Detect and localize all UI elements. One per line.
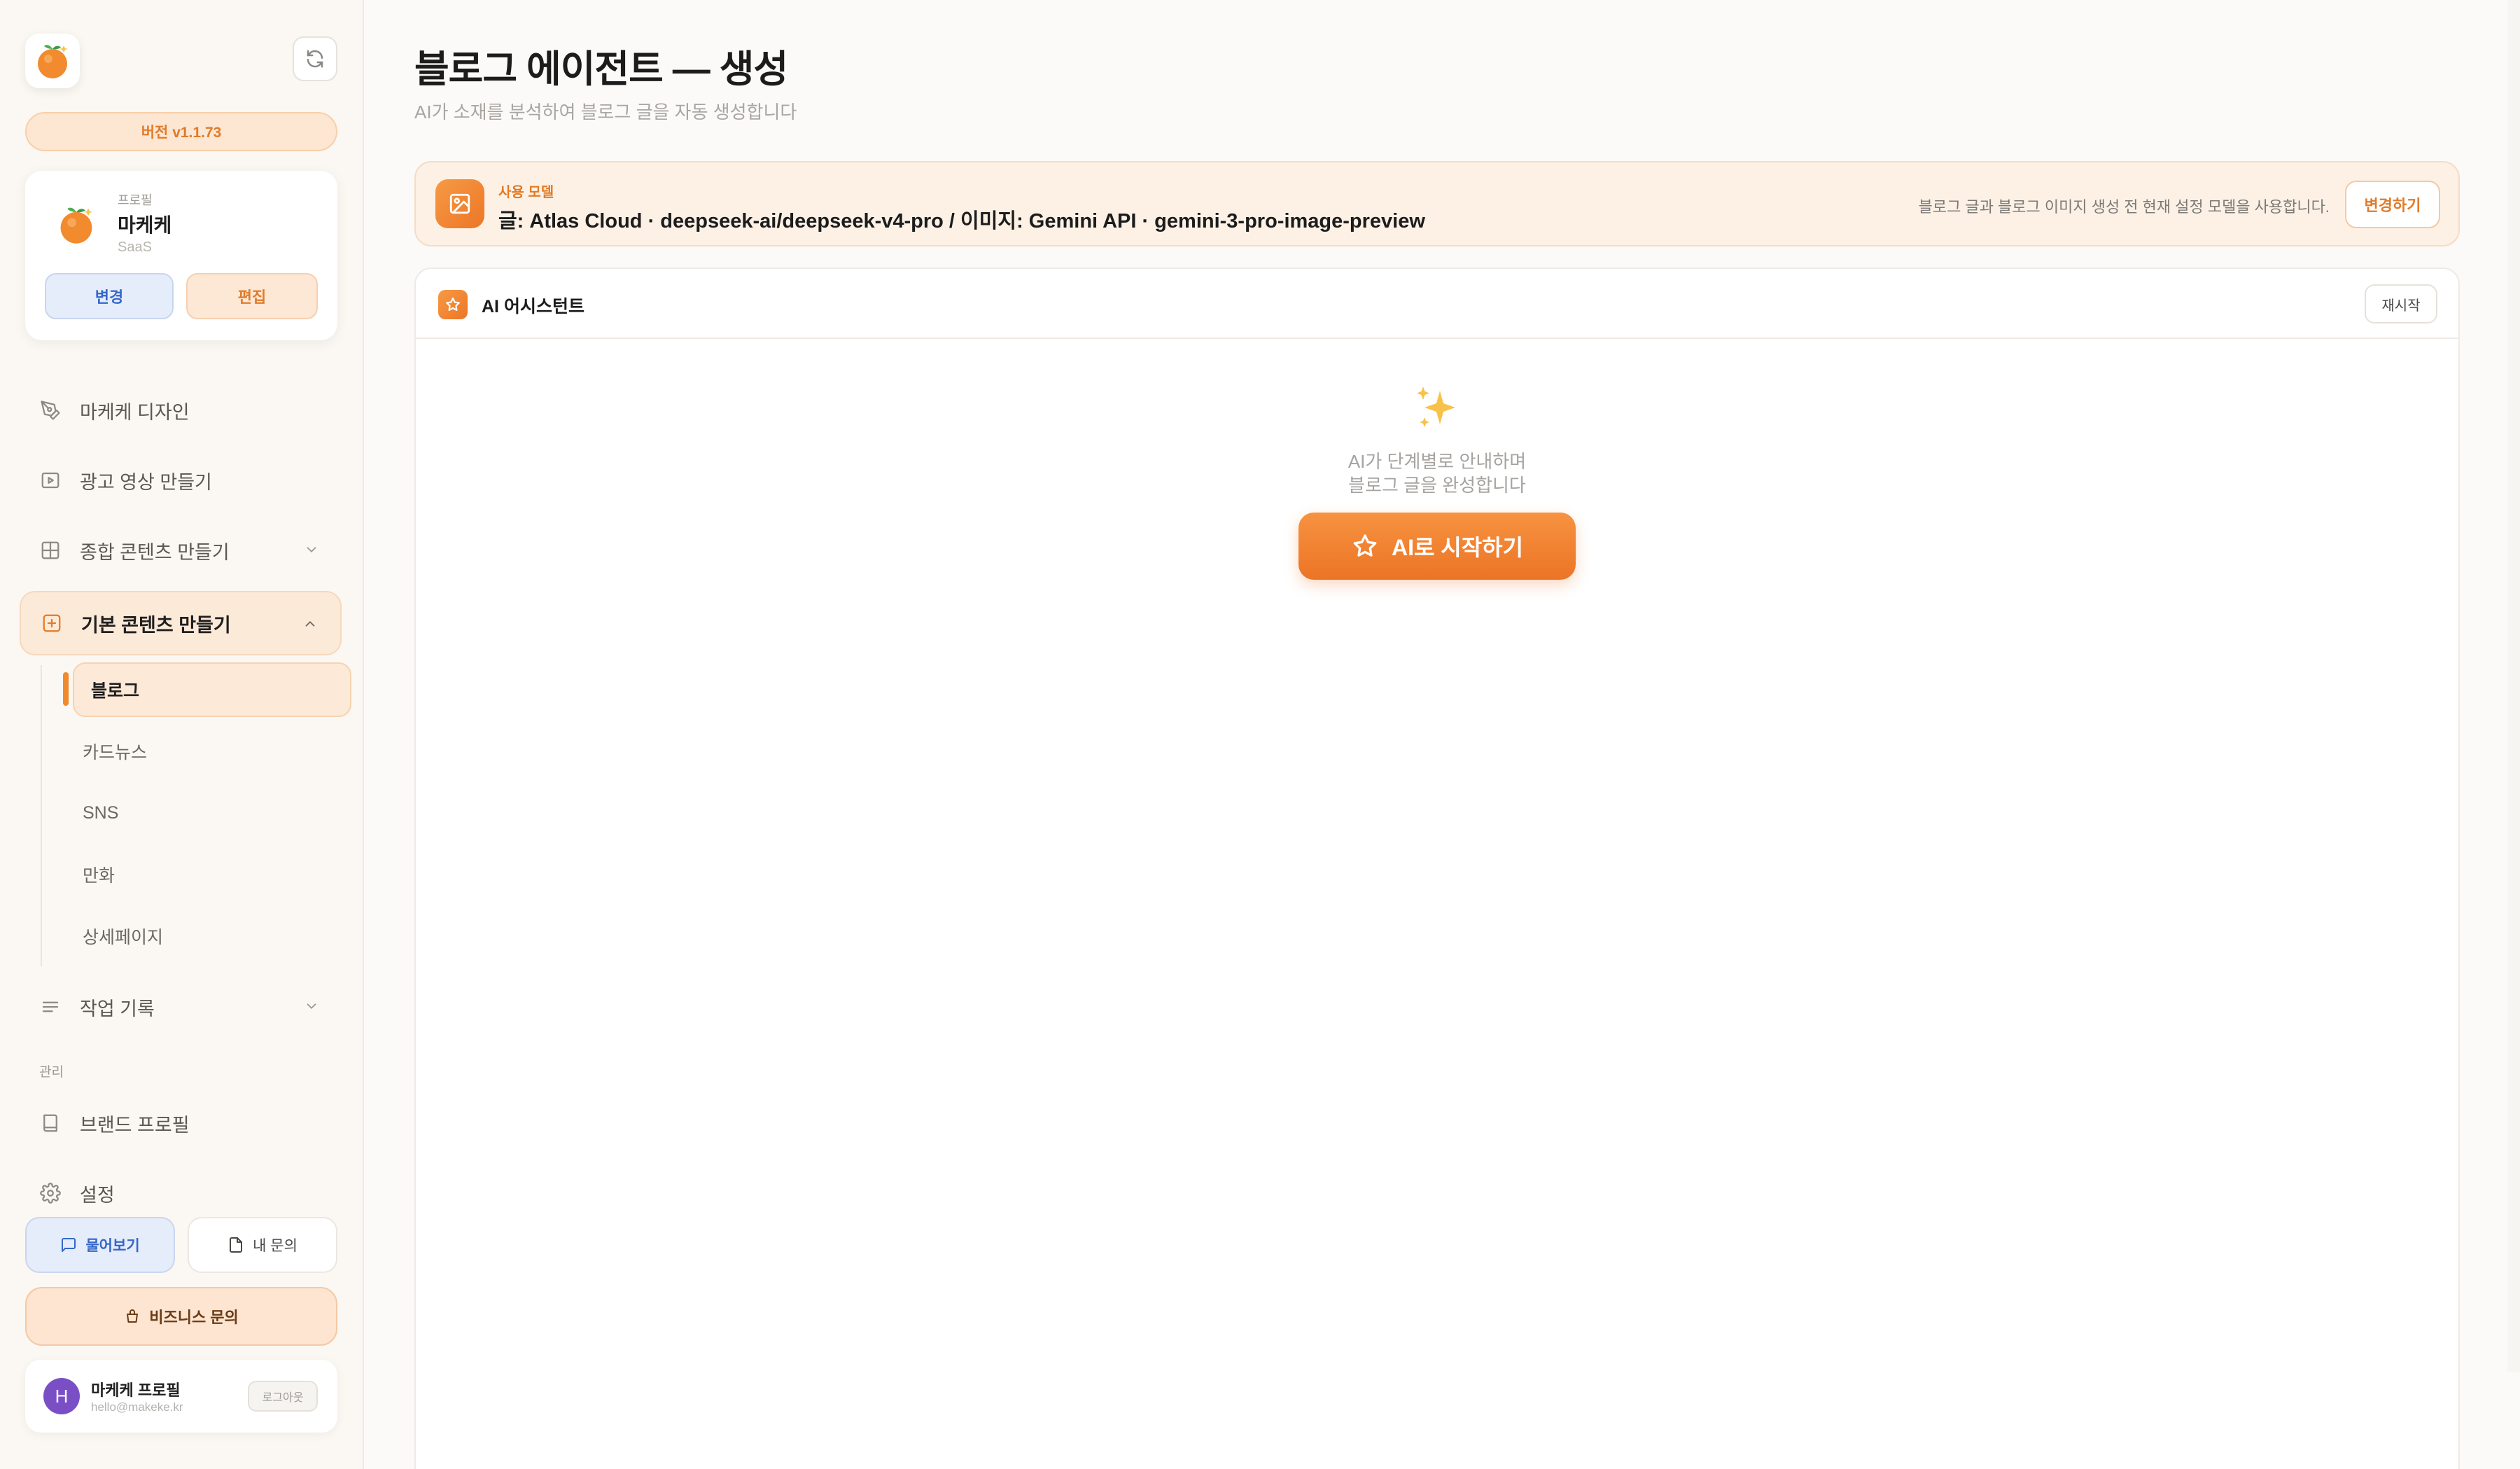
list-icon: [38, 994, 63, 1019]
restart-button[interactable]: 재시작: [2365, 284, 2437, 323]
section-caption-admin: 관리: [39, 1065, 64, 1080]
user-name: 마케케 프로필: [91, 1381, 181, 1399]
empty-state-line-2: 블로그 글을 완성합니다: [1348, 475, 1526, 496]
chevron-down-icon: [307, 547, 316, 553]
profile-name: 마케케: [118, 214, 172, 236]
ask-button-label: 물어보기: [85, 1238, 140, 1254]
sub-item-comic[interactable]: 만화: [64, 847, 343, 902]
nav-label: 마케케 디자인: [80, 401, 190, 423]
grid-icon: [38, 538, 63, 563]
change-profile-button[interactable]: 변경: [45, 273, 174, 319]
tangerine-logo-icon: [38, 45, 68, 78]
chat-icon: [62, 1238, 76, 1252]
nav-label: 광고 영상 만들기: [80, 471, 212, 493]
nav-label: 종합 콘텐츠 만들기: [80, 541, 230, 563]
assistant-panel: AI 어시스턴트 재시작 AI가 단계별로 안내하며 블로그 글을 완성합니다 …: [414, 267, 2460, 1469]
star-icon: [438, 290, 468, 319]
empty-state: AI가 단계별로 안내하며 블로그 글을 완성합니다 AI로 시작하기: [416, 381, 2458, 580]
chevron-up-icon: [305, 620, 315, 627]
refresh-button[interactable]: [293, 36, 337, 81]
edit-profile-button[interactable]: 편집: [186, 273, 318, 319]
nav-label: 기본 콘텐츠 만들기: [81, 614, 231, 636]
sidebar: 버전 v1.1.73 프로필 마케케 SaaS 변경 편집 마케케 디자인 광고…: [0, 0, 364, 1469]
user-card: H 마케케 프로필 hello@makeke.kr 로그아웃: [25, 1360, 337, 1433]
image-icon: [435, 179, 484, 228]
my-questions-label: 내 문의: [253, 1238, 298, 1254]
nav-item-settings[interactable]: 설정: [20, 1161, 342, 1225]
chevron-down-icon: [307, 1003, 316, 1010]
model-value: 글: Atlas Cloud · deepseek-ai/deepseek-v4…: [498, 210, 1425, 232]
business-inquiry-button[interactable]: 비즈니스 문의: [25, 1287, 337, 1346]
user-avatar: H: [43, 1378, 80, 1414]
submenu-rail: [41, 665, 42, 966]
assistant-header: AI 어시스턴트 재시작: [416, 269, 2458, 339]
nav-item-history[interactable]: 작업 기록: [20, 975, 342, 1039]
sub-item-sns[interactable]: SNS: [64, 786, 343, 840]
nav-item-design[interactable]: 마케케 디자인: [20, 378, 342, 443]
my-questions-button[interactable]: 내 문의: [188, 1217, 337, 1273]
video-icon: [38, 468, 63, 493]
business-inquiry-label: 비즈니스 문의: [149, 1309, 239, 1326]
nav-label: 설정: [80, 1184, 115, 1206]
nav-item-ad-video[interactable]: 광고 영상 만들기: [20, 448, 342, 513]
book-icon: [38, 1111, 63, 1136]
sub-item-blog[interactable]: 블로그: [73, 662, 351, 717]
profile-type: SaaS: [118, 239, 152, 255]
app-logo[interactable]: [25, 34, 80, 88]
sub-item-detail-page[interactable]: 상세페이지: [64, 909, 343, 963]
page-subtitle: AI가 소재를 분석하여 블로그 글을 자동 생성합니다: [414, 102, 797, 123]
ask-button[interactable]: 물어보기: [25, 1217, 175, 1273]
plus-square-icon: [39, 611, 64, 636]
tangerine-avatar-icon: [60, 207, 93, 244]
nav-item-brand-profile[interactable]: 브랜드 프로필: [20, 1091, 342, 1155]
pen-tool-icon: [38, 398, 63, 423]
nav-item-basic-content[interactable]: 기본 콘텐츠 만들기: [20, 591, 342, 655]
profile-eyebrow: 프로필: [118, 193, 153, 207]
start-ai-button[interactable]: AI로 시작하기: [1298, 513, 1576, 580]
model-note: 블로그 글과 블로그 이미지 생성 전 현재 설정 모델을 사용합니다.: [1918, 198, 2330, 216]
nav-label: 작업 기록: [80, 998, 155, 1019]
page-title: 블로그 에이전트 — 생성: [414, 48, 788, 90]
model-eyebrow: 사용 모델: [498, 185, 554, 200]
nav-label: 브랜드 프로필: [80, 1114, 190, 1136]
user-email: hello@makeke.kr: [91, 1400, 183, 1414]
gear-icon: [38, 1181, 63, 1206]
profile-card: 프로필 마케케 SaaS 변경 편집: [25, 171, 337, 340]
sub-item-card-news[interactable]: 카드뉴스: [64, 724, 343, 779]
change-model-button[interactable]: 변경하기: [2345, 181, 2440, 228]
document-icon: [230, 1237, 243, 1253]
empty-state-line-1: AI가 단계별로 안내하며: [1348, 451, 1527, 472]
nav-item-combined-content[interactable]: 종합 콘텐츠 만들기: [20, 518, 342, 583]
assistant-title: AI 어시스턴트: [482, 297, 584, 316]
logout-button[interactable]: 로그아웃: [248, 1381, 318, 1412]
start-ai-label: AI로 시작하기: [1391, 535, 1524, 560]
model-info-bar: 사용 모델 글: Atlas Cloud · deepseek-ai/deeps…: [414, 161, 2460, 246]
refresh-icon: [307, 50, 323, 68]
profile-avatar: [52, 200, 101, 249]
scrollbar[interactable]: [2507, 0, 2520, 1372]
star-icon: [1353, 534, 1377, 557]
shopping-basket-icon: [127, 1309, 139, 1323]
sparkles-icon: [1417, 387, 1455, 427]
version-badge: 버전 v1.1.73: [25, 112, 337, 151]
submenu-active-indicator: [63, 672, 69, 706]
